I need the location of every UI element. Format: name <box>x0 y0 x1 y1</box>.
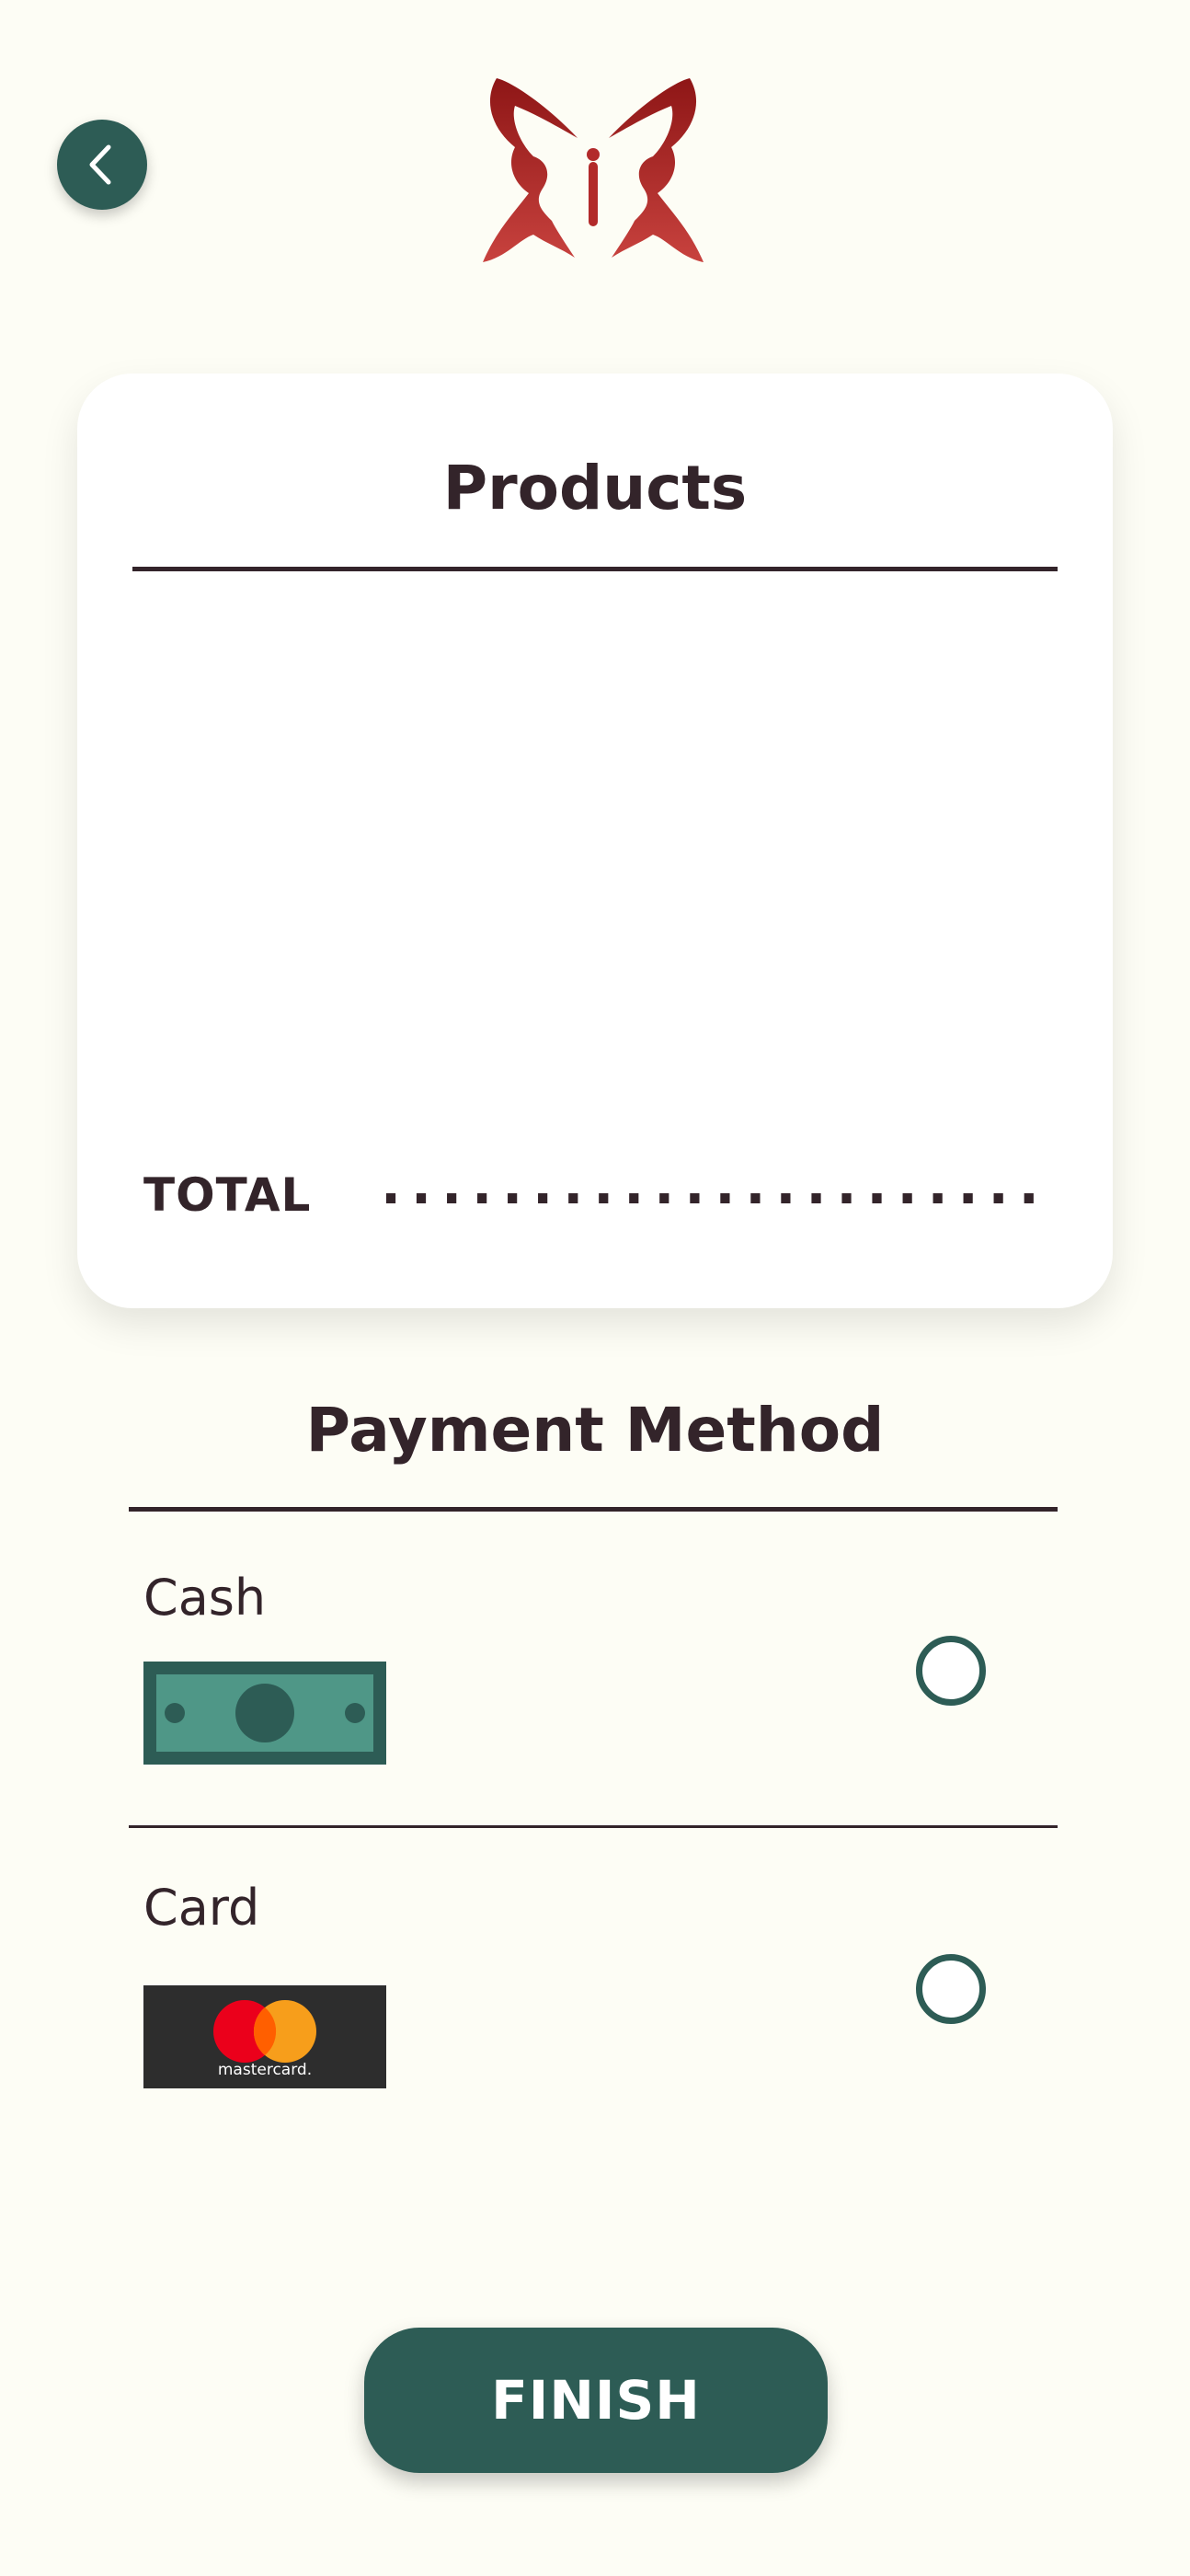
payment-option-divider <box>129 1825 1058 1828</box>
cash-label: Cash <box>143 1569 267 1627</box>
chevron-left-icon <box>89 144 111 185</box>
mastercard-wordmark: mastercard. <box>217 2061 313 2079</box>
order-card: Products TOTAL ...................... Pa… <box>77 374 1113 1512</box>
total-value: ...................... <box>381 1154 1049 1216</box>
payment-method-title: Payment Method <box>305 1395 885 1466</box>
back-button[interactable] <box>57 120 147 210</box>
card-label: Card <box>143 1879 260 1937</box>
butterfly-logo <box>483 78 704 262</box>
card-radio[interactable] <box>916 1954 986 2024</box>
total-label: TOTAL <box>143 1168 312 1222</box>
cash-radio[interactable] <box>916 1636 986 1706</box>
cash-bill-icon <box>143 1662 386 1765</box>
mastercard-logo: mastercard. <box>143 1985 386 2088</box>
products-title: Products <box>442 453 748 523</box>
payment-divider <box>129 1507 1058 1512</box>
finish-button[interactable]: FINISH <box>364 2328 828 2473</box>
products-divider <box>132 567 1058 571</box>
